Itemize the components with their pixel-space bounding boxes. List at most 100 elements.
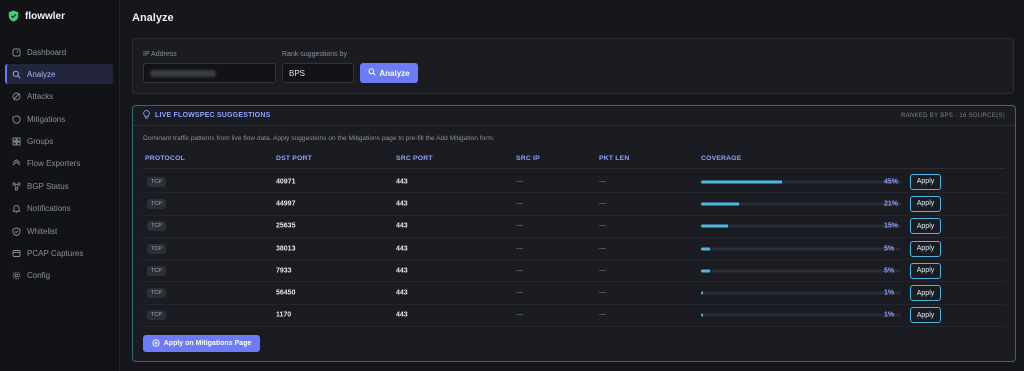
ip-address-input[interactable] [143, 63, 276, 83]
coverage-percent: 1% [884, 289, 895, 297]
sidebar-item-label: Config [27, 271, 51, 281]
attack-icon [12, 92, 21, 101]
sidebar-item-label: Groups [27, 137, 54, 147]
table-row: TCP 56450 443 — — 1% Apply [143, 282, 1005, 305]
coverage-percent: 15% [884, 222, 899, 230]
protocol-badge: TCP [147, 265, 166, 276]
coverage-percent: 5% [884, 245, 895, 253]
col-coverage: COVERAGE [701, 155, 742, 162]
apply-button[interactable]: Apply [910, 173, 941, 190]
apply-button[interactable]: Apply [910, 262, 941, 279]
rank-value: BPS [289, 68, 306, 78]
sidebar-item-attacks[interactable]: Attacks [5, 87, 113, 107]
pkt-len-cell: — [599, 245, 606, 253]
coverage-bar [701, 180, 901, 184]
rank-group: Rank suggestions by BPS [282, 51, 354, 93]
protocol-badge: TCP [147, 176, 166, 187]
ip-label: IP Address [143, 51, 177, 58]
plus-circle-icon [152, 338, 160, 349]
src-port-cell: 443 [396, 222, 408, 230]
apply-on-mitigations-label: Apply on Mitigations Page [163, 340, 252, 347]
table-row: TCP 25635 443 — — 15% Apply [143, 216, 1005, 238]
apply-button[interactable]: Apply [910, 285, 941, 302]
apply-button[interactable]: Apply [910, 240, 941, 257]
analyze-button-label: Analyze [379, 68, 410, 78]
src-port-cell: 443 [396, 200, 408, 208]
sidebar: flowwler Dashboard Analyze Attacks Mitigati… [0, 0, 120, 371]
sidebar-item-groups[interactable]: Groups [5, 132, 113, 152]
coverage-bar-fill [701, 247, 710, 251]
src-ip-cell: — [516, 245, 523, 253]
apply-button[interactable]: Apply [910, 307, 941, 324]
sidebar-item-flow-exporters[interactable]: Flow Exporters [5, 154, 113, 174]
col-protocol: PROTOCOL [145, 155, 185, 162]
src-port-cell: 443 [396, 289, 408, 297]
src-port-cell: 443 [396, 178, 408, 186]
capture-icon [12, 249, 21, 258]
src-ip-cell: — [516, 267, 523, 275]
gear-icon [12, 271, 21, 280]
search-icon [368, 68, 377, 78]
pkt-len-cell: — [599, 267, 606, 275]
apply-button[interactable]: Apply [910, 218, 941, 235]
suggestions-description: Dominant traffic patterns from live flow… [143, 135, 495, 142]
sidebar-item-notifications[interactable]: Notifications [5, 199, 113, 219]
src-ip-cell: — [516, 311, 523, 319]
bgp-icon [12, 182, 21, 191]
sidebar-item-whitelist[interactable]: Whitelist [5, 221, 113, 241]
rank-label: Rank suggestions by [282, 51, 347, 58]
dst-port-cell: 38013 [276, 245, 296, 253]
col-dst-port: DST PORT [276, 155, 312, 162]
coverage-bar-fill [701, 269, 710, 273]
sidebar-item-label: PCAP Captures [27, 249, 84, 259]
coverage-percent: 45% [884, 178, 899, 186]
table-row: TCP 38013 443 — — 5% Apply [143, 238, 1005, 261]
table-row: TCP 40971 443 — — 45% Apply [143, 171, 1005, 194]
coverage-bar-fill [701, 224, 728, 228]
sidebar-item-config[interactable]: Config [5, 266, 113, 286]
protocol-badge: TCP [147, 198, 166, 209]
src-port-cell: 443 [396, 267, 408, 275]
analyze-form: IP Address Rank suggestions by BPS Analy… [132, 38, 1014, 94]
coverage-bar [701, 247, 901, 251]
whitelist-icon [12, 226, 21, 236]
coverage-percent: 5% [884, 267, 895, 275]
apply-button[interactable]: Apply [910, 195, 941, 212]
analyze-button[interactable]: Analyze [360, 63, 418, 83]
src-ip-cell: — [516, 200, 523, 208]
apply-on-mitigations-button[interactable]: Apply on Mitigations Page [143, 335, 260, 352]
pkt-len-cell: — [599, 200, 606, 208]
exporter-icon [12, 159, 21, 168]
protocol-badge: TCP [147, 221, 166, 232]
pkt-len-cell: — [599, 311, 606, 319]
sidebar-item-pcap-captures[interactable]: PCAP Captures [5, 244, 113, 264]
sidebar-item-label: Flow Exporters [27, 159, 81, 169]
lightbulb-icon [143, 110, 150, 121]
src-ip-cell: — [516, 222, 523, 230]
flowspec-suggestions-card: LIVE FLOWSPEC SUGGESTIONS RANKED BY BPS … [132, 105, 1016, 362]
coverage-bar [701, 224, 901, 228]
groups-icon [12, 137, 21, 146]
protocol-badge: TCP [147, 243, 166, 254]
sidebar-item-mitigations[interactable]: Mitigations [5, 109, 113, 129]
coverage-bar [701, 291, 901, 295]
rank-select[interactable]: BPS [282, 63, 354, 83]
sidebar-item-label: Mitigations [27, 114, 66, 124]
protocol-badge: TCP [147, 310, 166, 321]
sidebar-item-label: Attacks [27, 92, 54, 102]
sidebar-item-bgp-status[interactable]: BGP Status [5, 176, 113, 196]
suggestions-meta: RANKED BY BPS · 16 SOURCE(S) [901, 112, 1005, 119]
table-row: TCP 1170 443 — — 1% Apply [143, 305, 1005, 328]
coverage-bar [701, 202, 901, 206]
sidebar-item-dashboard[interactable]: Dashboard [5, 42, 113, 62]
src-port-cell: 443 [396, 311, 408, 319]
ip-address-redacted [150, 69, 216, 77]
dst-port-cell: 56450 [276, 289, 296, 297]
sidebar-item-analyze[interactable]: Analyze [5, 64, 113, 85]
col-src-ip: SRC IP [516, 155, 540, 162]
coverage-bar [701, 269, 901, 273]
sidebar-item-label: Whitelist [27, 226, 58, 236]
dst-port-cell: 40971 [276, 178, 296, 186]
protocol-badge: TCP [147, 288, 166, 299]
app-root: flowwler Dashboard Analyze Attacks Mitigati… [0, 0, 1024, 371]
